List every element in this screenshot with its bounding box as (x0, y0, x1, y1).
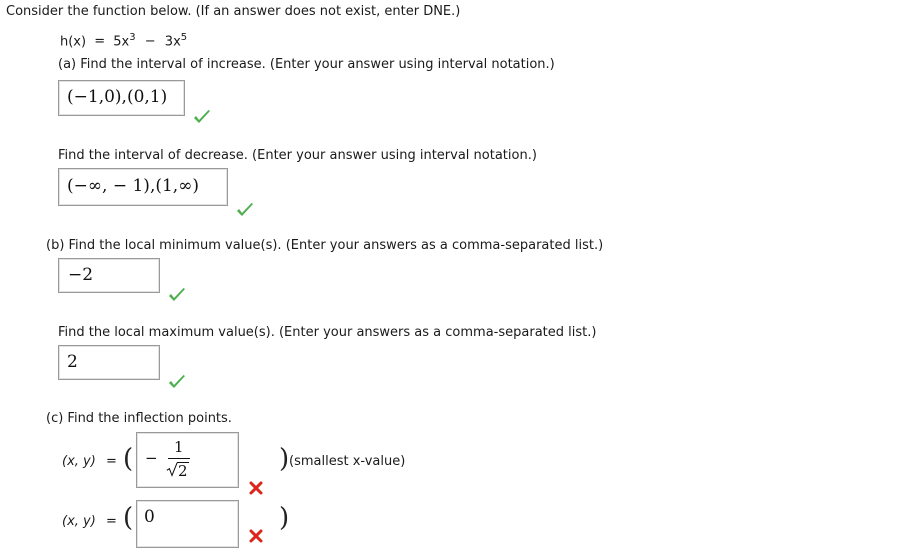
local-maximum-input[interactable]: 2 (58, 345, 160, 380)
interval-increase-input[interactable]: (−1,0),(0,1) (58, 80, 185, 116)
smallest-x-note: (smallest x-value) (289, 454, 406, 469)
function-term2: 3x (164, 34, 181, 50)
function-term1-exponent: 3 (129, 32, 136, 43)
sqrt-icon (166, 462, 178, 477)
close-icon (249, 529, 263, 543)
function-definition: h(x) = 5x3 − 3x5 (60, 32, 187, 49)
function-equals: = (94, 34, 106, 50)
close-icon (249, 481, 263, 495)
inflection-point-2-x-input[interactable]: 0 (136, 500, 239, 548)
interval-decrease-input[interactable]: (−∞, − 1),(1,∞) (58, 168, 228, 206)
part-a-decrease-prompt: Find the interval of decrease. (Enter yo… (58, 148, 537, 163)
interval-increase-value: (−1,0),(0,1) (67, 87, 168, 107)
part-b-maximum-prompt: Find the local maximum value(s). (Enter … (58, 325, 597, 340)
fraction-minus: − (145, 449, 158, 467)
local-minimum-input[interactable]: −2 (58, 258, 160, 293)
inflection-point-2-x-value: 0 (144, 507, 155, 527)
open-paren: ( (123, 444, 134, 474)
part-a-prompt: (a) Find the interval of increase. (Ente… (58, 57, 555, 72)
xy-label-2: (x, y) = (62, 514, 117, 529)
fraction-bar (168, 458, 190, 459)
check-icon (169, 288, 185, 301)
local-maximum-value: 2 (67, 352, 78, 372)
fraction-numerator: 1 (174, 438, 184, 456)
check-icon (194, 110, 210, 123)
check-icon (169, 375, 185, 388)
interval-decrease-value: (−∞, − 1),(1,∞) (67, 176, 199, 196)
check-icon (237, 203, 253, 216)
fraction-denominator: 2 (178, 462, 188, 480)
function-minus: − (144, 34, 156, 50)
problem-intro: Consider the function below. (If an answ… (6, 4, 461, 19)
function-term2-exponent: 5 (180, 32, 188, 43)
xy-label: (x, y) = (62, 454, 117, 469)
close-paren: ) (279, 444, 290, 474)
function-term1: 5x (113, 34, 130, 50)
function-name: h(x) (60, 34, 87, 50)
part-c-prompt: (c) Find the inflection points. (46, 411, 232, 426)
inflection-point-1-x-input[interactable]: − 1 2 (136, 432, 239, 488)
local-minimum-value: −2 (68, 265, 94, 285)
open-paren-2: ( (123, 503, 134, 533)
part-b-prompt: (b) Find the local minimum value(s). (En… (46, 238, 604, 253)
close-paren-2: ) (279, 503, 290, 533)
